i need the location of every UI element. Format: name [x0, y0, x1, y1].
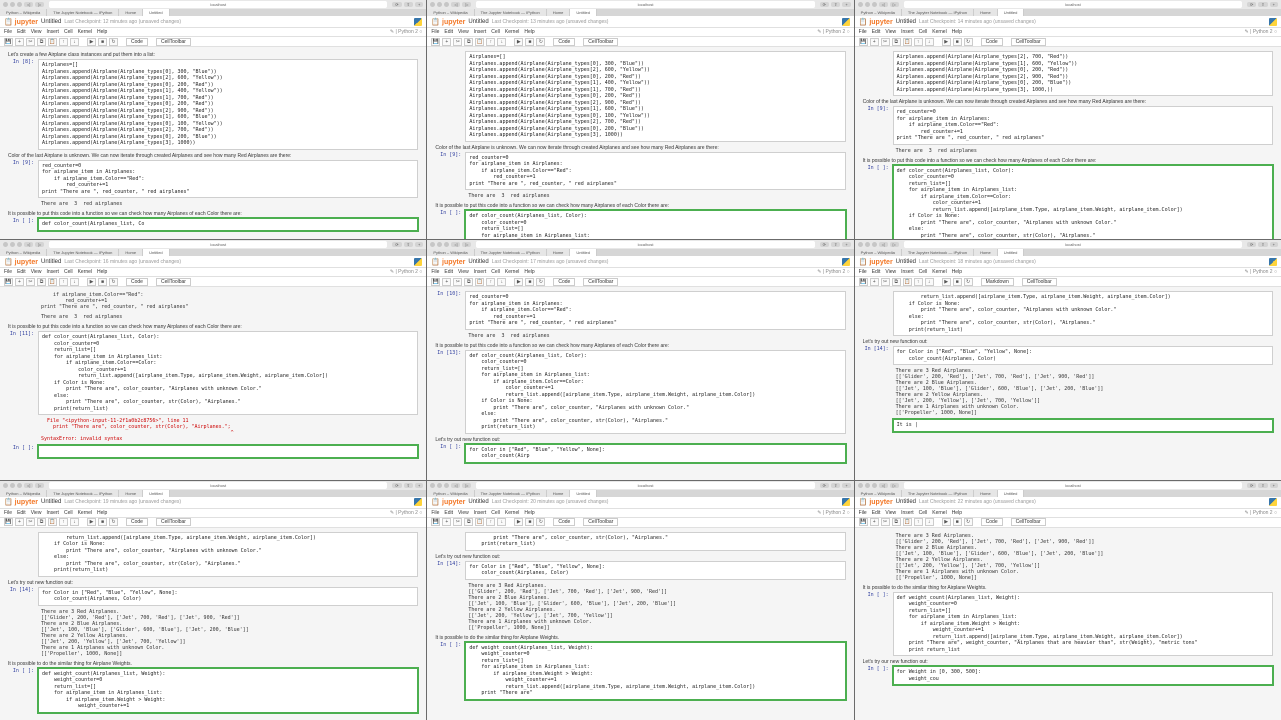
address-bar[interactable]: localhost	[49, 1, 387, 8]
menu-file[interactable]: File	[4, 29, 12, 35]
in-prompt: In [8]:	[8, 59, 38, 150]
restart-button[interactable]: ↻	[109, 38, 118, 46]
kernel-indicator: ✎ | Python 2 ○	[390, 29, 422, 35]
menubar: File Edit View Insert Cell Kernel Help ✎…	[0, 28, 426, 37]
pane-3: ◁▷localhost⟳⇪+ Python – WikipediaThe Jup…	[855, 0, 1281, 239]
celltype-select[interactable]: Code	[126, 38, 148, 46]
jupyter-logo: 📋 jupyter	[4, 18, 38, 26]
nav-fwd[interactable]: ▷	[35, 2, 44, 7]
checkpoint-text: Last Checkpoint: 12 minutes ago (unsaved…	[64, 19, 181, 25]
pane-5: ◁▷localhost⟳⇪+ Python – WikipediaThe Jup…	[427, 240, 853, 479]
menu-insert[interactable]: Insert	[46, 29, 59, 35]
os-chrome: ◁▷ localhost ⟳⇪+	[0, 0, 426, 9]
pane-9: ◁▷localhost⟳⇪+ Python – WikipediaThe Jup…	[855, 481, 1281, 720]
celltoolbar-select[interactable]: CellToolbar	[156, 38, 191, 46]
output-text: There are 3 red airplanes	[38, 200, 125, 208]
pane-1: ◁▷ localhost ⟳⇪+ Python – Wikipedia The …	[0, 0, 426, 239]
paste-button[interactable]: 📋	[48, 38, 57, 46]
tab-wiki[interactable]: Python – Wikipedia	[0, 9, 47, 16]
copy-button[interactable]: ⧉	[37, 38, 46, 46]
code-cell[interactable]: red_counter=0 for airplane_item in Airpl…	[38, 160, 418, 199]
tab-nb[interactable]: Untitled	[143, 9, 170, 16]
pane-8: ◁▷localhost⟳⇪+ Python – WikipediaThe Jup…	[427, 481, 853, 720]
browser-tabs: Python – Wikipedia The Jupyter Notebook …	[0, 9, 426, 16]
pane-2: ◁▷localhost⟳⇪+ Python – WikipediaThe Jup…	[427, 0, 853, 239]
error-output: File "<ipython-input-11-2f1a0b2c8756>", …	[38, 417, 237, 443]
code-cell[interactable]: Airplanes=[] Airplanes.append(Airplane(A…	[38, 59, 418, 150]
notebook-title[interactable]: Untitled	[41, 19, 61, 25]
pane-4: ◁▷localhost⟳⇪+ Python – WikipediaThe Jup…	[0, 240, 426, 479]
menu-edit[interactable]: Edit	[17, 29, 26, 35]
run-button[interactable]: ▶	[87, 38, 96, 46]
menu-view[interactable]: View	[31, 29, 42, 35]
tab-home[interactable]: Home	[119, 9, 143, 16]
menu-help[interactable]: Help	[97, 29, 107, 35]
python-logo-icon	[414, 18, 422, 26]
stop-button[interactable]: ■	[98, 38, 107, 46]
markdown-cell: Let's create a few Airplane class instan…	[8, 51, 418, 59]
markdown-cell: Color of the last Airplane is unknown. W…	[8, 152, 418, 160]
move-up-button[interactable]: ↑	[59, 38, 68, 46]
notebook-area[interactable]: Let's create a few Airplane class instan…	[0, 47, 426, 239]
toolbar: 💾 + ✂ ⧉ 📋 ↑ ↓ ▶ ■ ↻ Code CellToolbar	[0, 37, 426, 47]
move-down-button[interactable]: ↓	[70, 38, 79, 46]
pane-7: ◁▷localhost⟳⇪+ Python – WikipediaThe Jup…	[0, 481, 426, 720]
markdown-cell: It is possible to put this code into a f…	[8, 210, 418, 218]
tab-docs[interactable]: The Jupyter Notebook — IPython	[47, 9, 119, 16]
pane-6: ◁▷localhost⟳⇪+ Python – WikipediaThe Jup…	[855, 240, 1281, 479]
nav-back[interactable]: ◁	[24, 2, 33, 7]
menu-cell[interactable]: Cell	[64, 29, 73, 35]
jupyter-header: 📋 jupyter Untitled Last Checkpoint: 12 m…	[0, 16, 426, 28]
save-button[interactable]: 💾	[4, 38, 13, 46]
code-cell-active[interactable]: def color_count(Airplanes_list, Co	[38, 218, 418, 231]
cut-button[interactable]: ✂	[26, 38, 35, 46]
add-cell-button[interactable]: +	[15, 38, 24, 46]
menu-kernel[interactable]: Kernel	[78, 29, 92, 35]
